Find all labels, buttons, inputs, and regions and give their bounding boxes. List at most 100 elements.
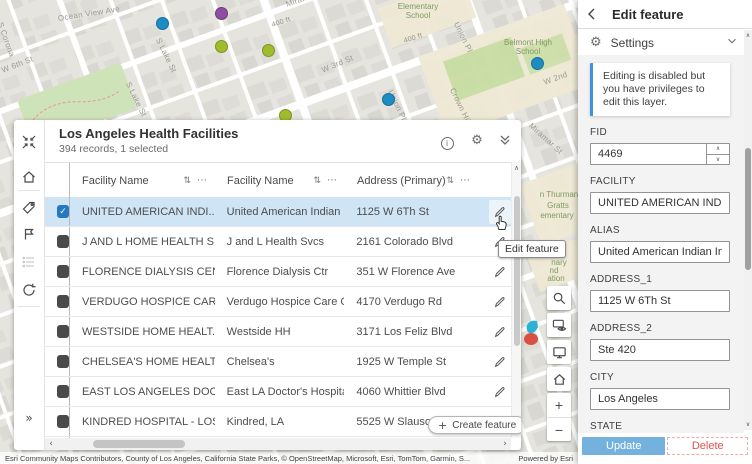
row-select-cell[interactable] (45, 317, 70, 346)
map-search-button[interactable] (547, 286, 571, 310)
create-feature-button[interactable]: + Create feature (428, 416, 521, 434)
facility-input[interactable] (590, 192, 730, 214)
map-home-button[interactable] (547, 367, 571, 391)
scroll-up-icon[interactable]: ∧ (744, 32, 752, 39)
tag-button[interactable] (21, 200, 37, 216)
address2-input[interactable] (590, 339, 730, 361)
edit-feature-button[interactable] (489, 260, 511, 284)
cell-facility-name: KINDRED HOSPITAL - LOS... (81, 415, 215, 428)
city-input[interactable] (590, 388, 730, 410)
edit-feature-button[interactable] (489, 290, 511, 314)
column-facility-name-2[interactable]: Facility Name ⇅ ⋯ (215, 175, 345, 187)
rail-divider (18, 190, 40, 191)
zoom-out-button[interactable]: − (547, 418, 571, 442)
zoom-in-button[interactable]: + (547, 393, 571, 418)
row-select-cell[interactable] (45, 227, 70, 256)
scroll-left-icon[interactable]: ‹ (45, 439, 57, 449)
column-menu-icon[interactable]: ⋯ (327, 175, 337, 186)
info-button[interactable]: i (439, 133, 455, 150)
cell-address: 2161 Colorado Blvd (356, 235, 453, 248)
list-button[interactable] (21, 254, 37, 270)
refresh-button[interactable] (21, 282, 37, 298)
horizontal-scroll-thumb[interactable] (93, 440, 185, 448)
table-row[interactable]: CHELSEA'S HOME HEALT... Chelsea's 1925 W… (45, 347, 511, 377)
table-horizontal-scrollbar[interactable]: ‹ › (45, 438, 511, 450)
sort-icon[interactable]: ⇅ (313, 176, 321, 186)
table-row[interactable]: J AND L HOME HEALTH S... J and L Health … (45, 227, 511, 257)
settings-section-header[interactable]: ⚙ Settings (578, 29, 752, 57)
alias-input[interactable] (590, 241, 730, 263)
table-settings-button[interactable]: ⚙ (469, 133, 485, 149)
row-edit-cell[interactable] (477, 257, 511, 286)
row-checkbox[interactable] (57, 235, 69, 248)
row-checkbox[interactable] (57, 325, 69, 338)
table-vertical-scrollbar[interactable]: ∧ ∨ (511, 162, 521, 438)
cell-address: 1925 W Temple St (356, 355, 447, 368)
row-checkbox[interactable] (57, 385, 69, 398)
row-edit-cell[interactable] (477, 347, 511, 376)
chevron-down-icon[interactable] (726, 34, 738, 52)
update-button[interactable]: Update (582, 437, 666, 455)
vertical-scroll-thumb[interactable] (514, 196, 520, 346)
cell-facility-alias: Florence Dialysis Ctr (226, 265, 329, 278)
row-checkbox[interactable] (57, 355, 69, 368)
edit-feature-button[interactable] (489, 350, 511, 374)
edit-panel-scrollbar[interactable]: ∧ ∨ (744, 30, 752, 430)
screen-button[interactable] (547, 340, 571, 364)
row-select-cell[interactable] (45, 287, 70, 316)
row-edit-cell[interactable] (477, 287, 511, 316)
table-row[interactable]: WESTSIDE HOME HEALT... Westside HH 3171 … (45, 317, 511, 347)
map-feature-dot-olive[interactable] (215, 40, 228, 53)
delete-button[interactable]: Delete (667, 437, 748, 455)
sort-icon[interactable]: ⇅ (183, 176, 191, 186)
table-row[interactable]: VERDUGO HOSPICE CAR... Verdugo Hospice C… (45, 287, 511, 317)
map-feature-dot-blue[interactable] (531, 57, 544, 70)
cell-facility-name: WESTSIDE HOME HEALT... (81, 325, 215, 338)
sort-icon[interactable]: ⇅ (446, 176, 454, 186)
cell-address: 1125 W 6Th St (356, 205, 429, 218)
plus-icon: + (438, 418, 448, 432)
expand-rail-button[interactable]: » (21, 410, 37, 426)
scroll-thumb[interactable] (745, 148, 751, 270)
column-facility-name-1[interactable]: Facility Name ⇅ ⋯ (70, 175, 215, 187)
row-edit-cell[interactable] (477, 377, 511, 406)
edit-feature-button[interactable] (489, 320, 511, 344)
row-edit-cell[interactable] (477, 317, 511, 346)
pencil-icon (494, 296, 505, 307)
scroll-right-icon[interactable]: › (499, 439, 511, 449)
column-menu-icon[interactable]: ⋯ (460, 175, 470, 186)
row-select-cell[interactable] (45, 257, 70, 286)
select-all-column[interactable] (45, 163, 70, 198)
basemap-visibility-button[interactable] (547, 313, 571, 337)
column-menu-icon[interactable]: ⋯ (197, 175, 207, 186)
row-select-cell[interactable] (45, 347, 70, 376)
row-checkbox[interactable] (57, 265, 69, 278)
column-address-primary[interactable]: Address (Primary) ⇅ ⋯ (345, 175, 478, 187)
back-button[interactable] (578, 0, 606, 28)
row-checkbox[interactable] (57, 415, 69, 428)
map-feature-dot-olive[interactable] (262, 44, 275, 57)
row-select-cell[interactable] (45, 407, 70, 436)
map-feature-dot-blue[interactable] (382, 93, 395, 106)
map-feature-dot-purple[interactable] (215, 7, 228, 20)
row-checkbox[interactable]: ✓ (57, 205, 69, 218)
flag-button[interactable] (21, 226, 37, 242)
table-row[interactable]: EAST LOS ANGELES DOC... East LA Doctor's… (45, 377, 511, 407)
horizontal-scroll-track[interactable] (57, 438, 499, 450)
stepper-down-icon[interactable]: ∨ (707, 155, 729, 165)
scroll-down-icon[interactable]: ∨ (744, 421, 752, 428)
edit-feature-button[interactable] (489, 380, 511, 404)
stepper-up-icon[interactable]: ∧ (707, 144, 729, 155)
row-checkbox[interactable] (57, 295, 69, 308)
table-row[interactable]: FLORENCE DIALYSIS CEN... Florence Dialys… (45, 257, 511, 287)
row-select-cell[interactable] (45, 377, 70, 406)
rail-home-button[interactable] (21, 169, 37, 185)
map-feature-dot-blue[interactable] (156, 17, 169, 30)
row-select-cell[interactable]: ✓ (45, 197, 70, 226)
table-row[interactable]: ✓ UNITED AMERICAN INDI... United America… (45, 197, 511, 227)
pencil-icon (494, 326, 505, 337)
scroll-up-icon[interactable]: ∧ (512, 164, 521, 172)
center-on-selection-button[interactable] (21, 134, 37, 150)
collapse-table-button[interactable] (497, 133, 513, 149)
address1-input[interactable] (590, 290, 730, 312)
